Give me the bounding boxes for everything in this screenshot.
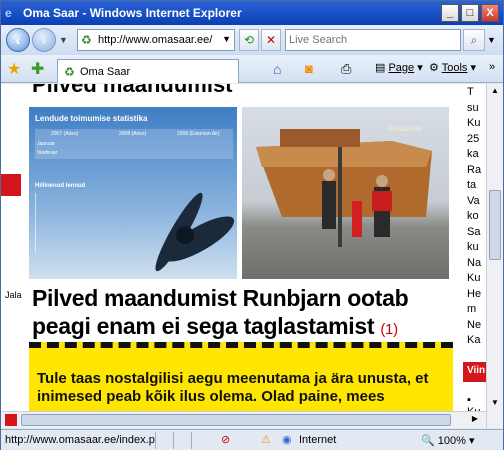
boat-photo[interactable]: RUNBJARN xyxy=(242,107,449,279)
search-input[interactable] xyxy=(286,30,456,50)
tab-label: Oma Saar xyxy=(80,66,131,78)
internet-globe-icon: ◉ xyxy=(282,434,292,446)
status-seg-2 xyxy=(173,432,191,449)
status-seg-3 xyxy=(191,432,211,449)
search-options-icon[interactable]: ▼ xyxy=(487,35,496,45)
history-dropdown-icon[interactable]: ▼ xyxy=(59,35,68,45)
address-bar[interactable]: ♻ http://www.omasaar.ee/ ▼ xyxy=(77,29,235,51)
search-box[interactable] xyxy=(285,29,461,51)
scroll-up-icon[interactable]: ▲ xyxy=(489,86,501,98)
status-seg-1 xyxy=(155,432,173,449)
page-menu[interactable]: ▤ Page ▾ xyxy=(375,61,423,79)
stats-title: Lendude toimumise statistika xyxy=(35,114,148,123)
tab-favicon-icon: ♻ xyxy=(64,65,75,79)
banner-text: Tule taas nostalgilisi aegu meenutama ja… xyxy=(37,370,429,405)
vertical-scrollbar[interactable]: ▲ ▼ xyxy=(486,84,503,428)
page-menu-label: Page xyxy=(388,62,415,74)
forward-icon[interactable]: › xyxy=(32,28,56,52)
page-content: Pilved maandumist Jala Lendude toimumise… xyxy=(1,84,486,428)
sidebar-item[interactable]: Ku xyxy=(467,117,480,129)
tab-bar: ★ ✚ ♻ Oma Saar ⌂ ◙ ⎙ ▤ Page ▾ ⚙ Tools ▾ … xyxy=(1,55,503,83)
status-url: http://www.omasaar.ee/index.p xyxy=(5,434,155,446)
sidebar-red-label[interactable]: Viin xyxy=(463,362,486,382)
sidebar-item[interactable]: He xyxy=(467,288,481,300)
stats-image[interactable]: Lendude toimumise statistika 2007 (Aries… xyxy=(29,107,237,279)
favorites-star-icon[interactable]: ★ xyxy=(7,59,21,79)
back-icon[interactable]: ‹ xyxy=(6,28,30,52)
side-label: Jala xyxy=(5,290,22,300)
sidebar-item[interactable]: T xyxy=(467,86,474,98)
sidebar-item[interactable]: su xyxy=(467,102,479,114)
scroll-thumb[interactable] xyxy=(489,190,501,260)
boat-name: RUNBJARN xyxy=(388,127,422,133)
title-bar: e Oma Saar - Windows Internet Explorer _… xyxy=(1,1,503,25)
sidebar-item[interactable]: ko xyxy=(467,210,479,222)
scroll-down-icon[interactable]: ▼ xyxy=(489,398,501,410)
sidebar-item[interactable]: 25 xyxy=(467,133,479,145)
horizontal-scrollbar[interactable]: ▶ xyxy=(1,411,486,428)
sidebar-item[interactable]: Ka xyxy=(467,334,480,346)
sidebar-item[interactable]: Ne xyxy=(467,319,481,331)
close-button[interactable]: X xyxy=(481,4,499,22)
zoom-control[interactable]: 🔍 100% ▾ xyxy=(421,434,474,447)
sidebar-item[interactable]: Sa xyxy=(467,226,480,238)
ie-window: e Oma Saar - Windows Internet Explorer _… xyxy=(0,0,504,450)
sidebar-item[interactable]: m xyxy=(467,303,476,315)
sidebar-item[interactable]: ta xyxy=(467,179,476,191)
sidebar-item[interactable]: Va xyxy=(467,195,480,207)
sidebar-item[interactable]: ka xyxy=(467,148,479,160)
address-url: http://www.omasaar.ee/ xyxy=(98,34,213,46)
stop-icon[interactable]: ✕ xyxy=(261,29,281,51)
tools-menu[interactable]: ⚙ Tools ▾ xyxy=(429,61,476,79)
zoom-level: 100% xyxy=(437,435,466,447)
more-tools-icon[interactable]: » xyxy=(489,61,495,79)
status-bar: http://www.omasaar.ee/index.p ⊘ ⚠ ◉ Inte… xyxy=(1,429,503,450)
sidebar-item[interactable]: Ku xyxy=(467,272,480,284)
scroll-left-icon[interactable] xyxy=(5,414,17,426)
stats-col3: 2008 (Estonian Air) xyxy=(177,131,220,137)
sidebar-item[interactable]: Na xyxy=(467,257,481,269)
window-title: Oma Saar - Windows Internet Explorer xyxy=(23,6,242,20)
stats-row2: Veebruar xyxy=(37,150,58,156)
gear-icon: ⚙ xyxy=(429,62,442,74)
sidebar-item[interactable]: Ra xyxy=(467,164,481,176)
stats-table: 2007 (Aries) 2008 (Aries) 2008 (Estonian… xyxy=(35,129,233,159)
maximize-button[interactable]: □ xyxy=(461,4,479,22)
propeller-icon xyxy=(155,192,235,272)
scroll-right-icon[interactable]: ▶ xyxy=(469,414,481,426)
stats-row1: Jaanuar xyxy=(37,141,56,147)
article-headline[interactable]: Pilved maandumist Runbjarn ootab peagi e… xyxy=(32,284,452,344)
red-tab-marker xyxy=(1,174,21,196)
headline-text: Pilved maandumist Runbjarn ootab peagi e… xyxy=(32,285,409,339)
tools-menu-label: Tools xyxy=(441,62,468,74)
add-favorites-icon[interactable]: ✚ xyxy=(31,59,44,79)
site-favicon-icon: ♻ xyxy=(81,33,92,47)
tab-oma-saar[interactable]: ♻ Oma Saar xyxy=(57,59,239,83)
minimize-button[interactable]: _ xyxy=(441,4,459,22)
hscroll-thumb[interactable] xyxy=(21,414,451,426)
print-icon[interactable]: ⎙ xyxy=(341,61,351,79)
navigation-bar: ‹ › ▼ ♻ http://www.omasaar.ee/ ▼ ⟲ ✕ ⌕ ▼ xyxy=(1,25,503,55)
zone-label: Internet xyxy=(299,434,337,446)
address-dropdown-icon[interactable]: ▼ xyxy=(222,34,231,44)
previous-headline[interactable]: Pilved maandumist xyxy=(32,84,233,98)
stats-col1: 2007 (Aries) xyxy=(51,131,79,137)
stats-col2: 2008 (Aries) xyxy=(119,131,147,137)
protected-mode-icon[interactable]: ⚠ xyxy=(261,433,271,446)
feeds-icon[interactable]: ◙ xyxy=(305,61,313,79)
search-icon[interactable]: ⌕ xyxy=(463,29,485,51)
stats-list xyxy=(35,193,105,253)
comment-count[interactable]: (1) xyxy=(380,321,398,338)
page-icon: ▤ xyxy=(375,62,389,74)
refresh-icon[interactable]: ⟲ xyxy=(239,29,259,51)
sidebar-item[interactable]: ku xyxy=(467,241,479,253)
ie-logo-icon: e xyxy=(5,6,12,20)
stats-section: Hiilinenud lennud xyxy=(35,183,86,189)
home-icon[interactable]: ⌂ xyxy=(273,61,281,79)
popup-blocked-icon[interactable]: ⊘ xyxy=(221,433,230,446)
